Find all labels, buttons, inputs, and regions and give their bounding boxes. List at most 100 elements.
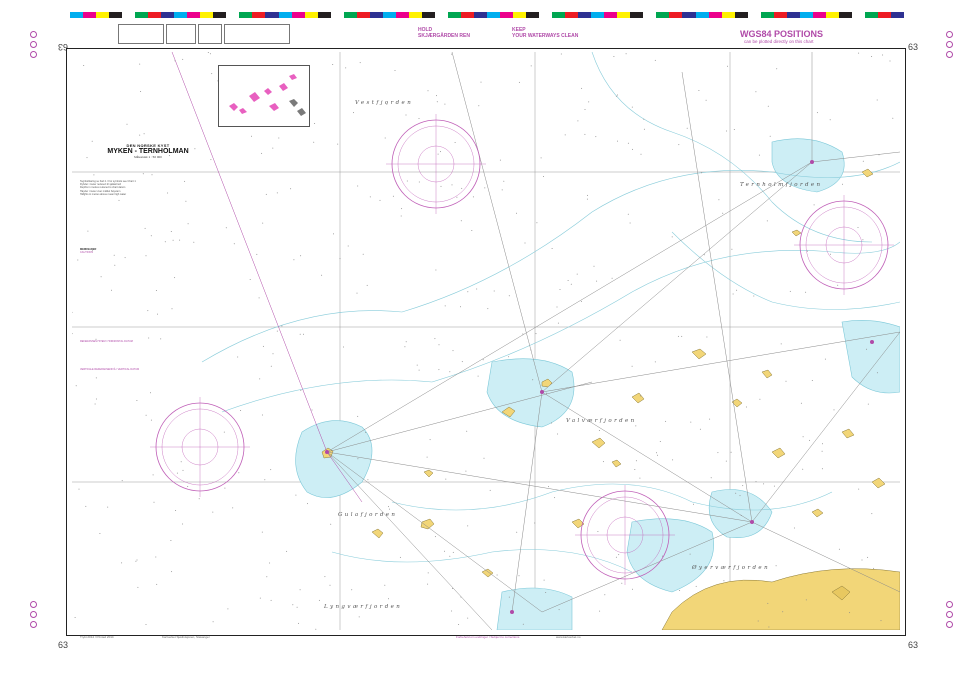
- sounding-dot: [456, 196, 458, 198]
- sounding-dot: [187, 486, 189, 487]
- sounding-dot: [678, 144, 680, 146]
- color-swatch: [161, 12, 175, 18]
- sounding-dot: [516, 531, 518, 533]
- sounding-dot: [595, 136, 597, 138]
- sounding-dot: [299, 589, 301, 591]
- color-swatch: [825, 12, 839, 18]
- sounding-dot: [295, 494, 297, 496]
- sounding-dot: [767, 602, 769, 604]
- sounding-dot: [679, 590, 681, 591]
- sounding-dot: [522, 623, 524, 625]
- sounding-dot: [516, 212, 517, 214]
- sounding-dot: [454, 142, 456, 143]
- title-line-2: MYKEN - TERNHOLMAN: [107, 148, 189, 155]
- sounding-dot: [143, 133, 145, 135]
- sounding-dot: [259, 597, 261, 599]
- sounding-dot: [313, 141, 315, 143]
- sounding-dot: [337, 143, 339, 145]
- sounding-dot: [174, 60, 176, 62]
- sounding-dot: [145, 624, 147, 625]
- sounding-dot: [768, 626, 770, 628]
- sounding-dot: [518, 81, 520, 83]
- sounding-dot: [392, 195, 394, 197]
- sounding-dot: [557, 322, 559, 324]
- sounding-dot: [773, 485, 775, 487]
- sounding-dot: [198, 498, 200, 500]
- sounding-dot: [357, 185, 359, 187]
- depth-contours: [201, 52, 900, 573]
- sounding-dot: [876, 372, 878, 374]
- sounding-dot: [460, 220, 462, 222]
- sounding-dot: [584, 109, 586, 110]
- sounding-dot: [261, 414, 263, 416]
- sounding-dot: [559, 289, 561, 290]
- place-oyervaerfjorden: Øyerværfjorden: [692, 565, 771, 571]
- sounding-dot: [311, 409, 313, 411]
- sounding-dot: [726, 130, 728, 132]
- sounding-dot: [461, 361, 463, 363]
- color-swatch: [565, 12, 579, 18]
- color-swatch: [591, 12, 605, 18]
- sounding-dot: [632, 148, 633, 150]
- sounding-dot: [482, 359, 484, 361]
- sounding-dot: [755, 481, 757, 483]
- sounding-dot: [767, 105, 769, 107]
- color-swatch: [760, 12, 774, 18]
- sounding-dot: [581, 87, 583, 89]
- keep-line-2: YOUR WATERWAYS CLEAN: [512, 33, 579, 39]
- sounding-dot: [576, 273, 578, 275]
- sounding-dot: [496, 574, 498, 576]
- sounding-dot: [535, 333, 537, 335]
- sounding-dot: [418, 118, 420, 119]
- sounding-dot: [321, 274, 323, 276]
- color-swatch: [330, 12, 344, 18]
- sounding-dot: [558, 609, 560, 611]
- sounding-dot: [179, 239, 181, 241]
- sounding-dot: [394, 70, 396, 71]
- sounding-dot: [484, 187, 486, 189]
- sounding-dot: [776, 68, 778, 70]
- sounding-dot: [388, 506, 389, 508]
- sounding-dot: [87, 230, 89, 232]
- sounding-dot: [286, 550, 288, 552]
- color-swatch: [708, 12, 722, 18]
- sounding-dot: [207, 52, 209, 53]
- sounding-dot: [466, 430, 468, 432]
- color-swatch: [838, 12, 852, 18]
- footer-col-1: Trykt 2014 / Printed 2014: [80, 635, 114, 639]
- sounding-dot: [114, 264, 116, 266]
- sounding-dot: [862, 160, 864, 162]
- sounding-dot: [324, 576, 326, 578]
- color-swatch: [890, 12, 904, 18]
- sounding-dot: [588, 101, 590, 103]
- sounding-dot: [596, 280, 598, 282]
- sounding-dot: [434, 338, 436, 340]
- sounding-dot: [367, 479, 369, 481]
- sounding-dot: [185, 200, 187, 202]
- sounding-dot: [124, 257, 126, 259]
- sounding-dot: [281, 325, 283, 327]
- sounding-dot: [876, 99, 878, 101]
- sounding-dot: [501, 189, 503, 191]
- sounding-dot: [330, 523, 332, 525]
- sounding-dot: [802, 468, 804, 470]
- sounding-dot: [264, 479, 266, 481]
- sounding-dot: [259, 378, 261, 380]
- right-calibration-marks-bottom: [940, 600, 962, 631]
- note-line: Heights in metres above mean high water: [80, 192, 127, 196]
- sounding-dot: [404, 346, 406, 348]
- sounding-dot: [227, 608, 229, 610]
- sounding-dot: [435, 269, 437, 271]
- sounding-dot: [233, 243, 235, 245]
- sounding-dot: [343, 346, 344, 348]
- inset-overview-map: [218, 65, 310, 127]
- color-swatch: [317, 12, 331, 18]
- vertical-datum-heading: VERTIKALE REFERANSENIVÅ / VERTICAL DATUM: [80, 368, 140, 371]
- compass-rose-2: [794, 195, 894, 295]
- sounding-dot: [617, 140, 618, 142]
- sounding-dot: [298, 622, 299, 624]
- sounding-dot: [136, 559, 138, 561]
- sounding-dot: [121, 480, 123, 482]
- sounding-dot: [551, 248, 553, 249]
- sounding-dot: [613, 56, 615, 57]
